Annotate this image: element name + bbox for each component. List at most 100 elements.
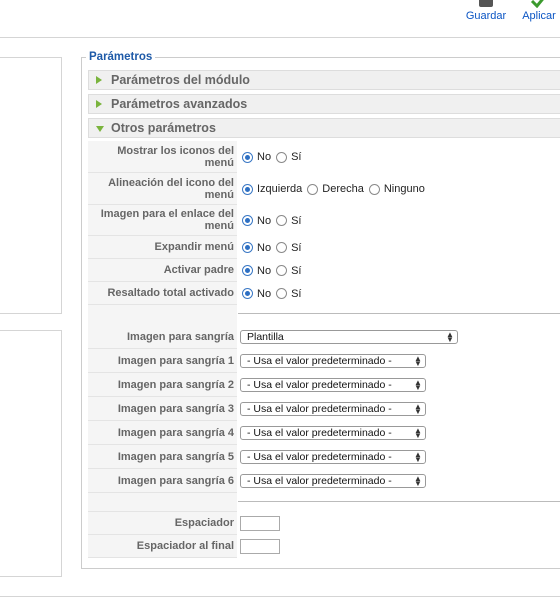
- param-row-indent-image-4: Imagen para sangría 4 - Usa el valor pre…: [88, 421, 560, 445]
- separator-line: [238, 501, 560, 502]
- param-row-indent-image: Imagen para sangría Plantilla ▲ ▼: [88, 325, 560, 349]
- toolbar: Guardar Aplicar: [0, 0, 560, 30]
- radio-yes[interactable]: [276, 265, 288, 276]
- select-value: - Usa el valor predeterminado -: [247, 379, 392, 391]
- panel-title: Parámetros avanzados: [111, 97, 248, 111]
- radio-yes[interactable]: [276, 151, 288, 163]
- param-row-indent-image-3: Imagen para sangría 3 - Usa el valor pre…: [88, 397, 560, 421]
- radio-none[interactable]: [368, 183, 380, 195]
- param-label: Imagen para sangría 4: [88, 421, 237, 445]
- panel-title: Parámetros del módulo: [111, 73, 250, 87]
- indent-image-select[interactable]: Plantilla ▲ ▼: [240, 330, 458, 344]
- param-row-spacer-blank-2: [88, 493, 560, 512]
- radio-label-yes: Sí: [291, 214, 302, 227]
- param-label: Mostrar los iconos del menú: [88, 141, 237, 173]
- select-value: - Usa el valor predeterminado -: [247, 475, 392, 487]
- radio-label-no: No: [257, 214, 272, 227]
- panel-module-params[interactable]: Parámetros del módulo: [88, 70, 560, 90]
- select-arrows-icon: ▲ ▼: [414, 426, 422, 440]
- param-label: Expandir menú: [88, 236, 237, 259]
- param-label: Activar padre: [88, 259, 237, 282]
- radio-no[interactable]: [242, 242, 253, 253]
- select-arrows-icon: ▲ ▼: [414, 474, 422, 488]
- param-label: Imagen para el enlace del menú: [88, 205, 237, 236]
- param-row-link-image: Imagen para el enlace del menú No Sí: [88, 205, 560, 236]
- indent-image-4-select[interactable]: - Usa el valor predeterminado - ▲ ▼: [240, 426, 426, 440]
- select-value: - Usa el valor predeterminado -: [247, 403, 392, 415]
- select-arrows-icon: ▲ ▼: [414, 450, 422, 464]
- parameters-legend: Parámetros: [86, 51, 156, 63]
- param-label: Espaciador: [88, 512, 237, 535]
- radio-no[interactable]: [242, 151, 253, 163]
- radio-no[interactable]: [242, 288, 253, 299]
- param-label: Imagen para sangría 2: [88, 373, 237, 397]
- param-row-indent-image-1: Imagen para sangría 1 - Usa el valor pre…: [88, 349, 560, 373]
- toolbar-divider: [0, 37, 560, 38]
- radio-label-yes: Sí: [291, 287, 302, 300]
- radio-no[interactable]: [242, 215, 253, 226]
- param-label: Espaciador al final: [88, 535, 237, 558]
- apply-label: Aplicar: [522, 10, 556, 22]
- select-value: - Usa el valor predeterminado -: [247, 355, 392, 367]
- radio-label-no: No: [257, 151, 272, 163]
- radio-no[interactable]: [242, 265, 253, 276]
- panel-other-params[interactable]: Otros parámetros: [88, 118, 560, 138]
- save-icon: [462, 0, 510, 8]
- param-label-empty: [88, 493, 237, 512]
- param-label: Alineación del icono del menú: [88, 173, 237, 205]
- param-label: Imagen para sangría 5: [88, 445, 237, 469]
- radio-label-no: No: [257, 264, 272, 277]
- param-row-full-highlight: Resaltado total activado No Sí: [88, 282, 560, 305]
- param-label: Imagen para sangría 1: [88, 349, 237, 373]
- radio-label-yes: Sí: [291, 241, 302, 254]
- spacer-input[interactable]: [240, 516, 280, 531]
- indent-image-1-select[interactable]: - Usa el valor predeterminado - ▲ ▼: [240, 354, 426, 368]
- save-button[interactable]: Guardar: [462, 0, 510, 30]
- param-row-expand-menu: Expandir menú No Sí: [88, 236, 560, 259]
- indent-image-5-select[interactable]: - Usa el valor predeterminado - ▲ ▼: [240, 450, 426, 464]
- left-panel-bottom: [0, 330, 62, 577]
- param-row-indent-image-6: Imagen para sangría 6 - Usa el valor pre…: [88, 469, 560, 493]
- panel-title: Otros parámetros: [111, 121, 216, 135]
- radio-label-left: Izquierda: [257, 183, 303, 195]
- apply-icon: [518, 0, 560, 8]
- expand-arrow-icon: [96, 76, 102, 84]
- indent-image-2-select[interactable]: - Usa el valor predeterminado - ▲ ▼: [240, 378, 426, 392]
- select-value: - Usa el valor predeterminado -: [247, 427, 392, 439]
- param-row-icon-align: Alineación del icono del menú Izquierda …: [88, 173, 560, 205]
- select-arrows-icon: ▲ ▼: [414, 402, 422, 416]
- param-label: Resaltado total activado: [88, 282, 237, 305]
- apply-button[interactable]: Aplicar: [518, 0, 560, 30]
- indent-image-3-select[interactable]: - Usa el valor predeterminado - ▲ ▼: [240, 402, 426, 416]
- radio-label-no: No: [257, 241, 272, 254]
- separator-line: [238, 313, 560, 314]
- radio-yes[interactable]: [276, 288, 288, 299]
- param-row-show-icons: Mostrar los iconos del menú No Sí: [88, 141, 560, 173]
- radio-label-none: Ninguno: [383, 183, 425, 195]
- param-row-indent-image-2: Imagen para sangría 2 - Usa el valor pre…: [88, 373, 560, 397]
- bottom-divider: [0, 596, 560, 597]
- radio-yes[interactable]: [276, 242, 288, 253]
- end-spacer-input[interactable]: [240, 539, 280, 554]
- expand-arrow-icon: [96, 100, 102, 108]
- select-value: Plantilla: [247, 331, 284, 343]
- radio-label-no: No: [257, 287, 272, 300]
- radio-left[interactable]: [242, 183, 253, 195]
- select-arrows-icon: ▲ ▼: [446, 330, 454, 344]
- param-label: Imagen para sangría: [88, 325, 237, 349]
- param-row-indent-image-5: Imagen para sangría 5 - Usa el valor pre…: [88, 445, 560, 469]
- radio-right[interactable]: [307, 183, 319, 195]
- param-row-spacer: Espaciador: [88, 512, 560, 535]
- indent-image-6-select[interactable]: - Usa el valor predeterminado - ▲ ▼: [240, 474, 426, 488]
- save-label: Guardar: [465, 10, 507, 22]
- collapse-arrow-icon: [96, 126, 104, 132]
- radio-label-yes: Sí: [291, 151, 302, 163]
- param-row-end-spacer: Espaciador al final: [88, 535, 560, 558]
- select-arrows-icon: ▲ ▼: [414, 354, 422, 368]
- select-value: - Usa el valor predeterminado -: [247, 451, 392, 463]
- select-arrows-icon: ▲ ▼: [414, 378, 422, 392]
- param-label: Imagen para sangría 6: [88, 469, 237, 493]
- radio-yes[interactable]: [276, 215, 288, 226]
- radio-label-right: Derecha: [322, 183, 364, 195]
- panel-advanced-params[interactable]: Parámetros avanzados: [88, 94, 560, 114]
